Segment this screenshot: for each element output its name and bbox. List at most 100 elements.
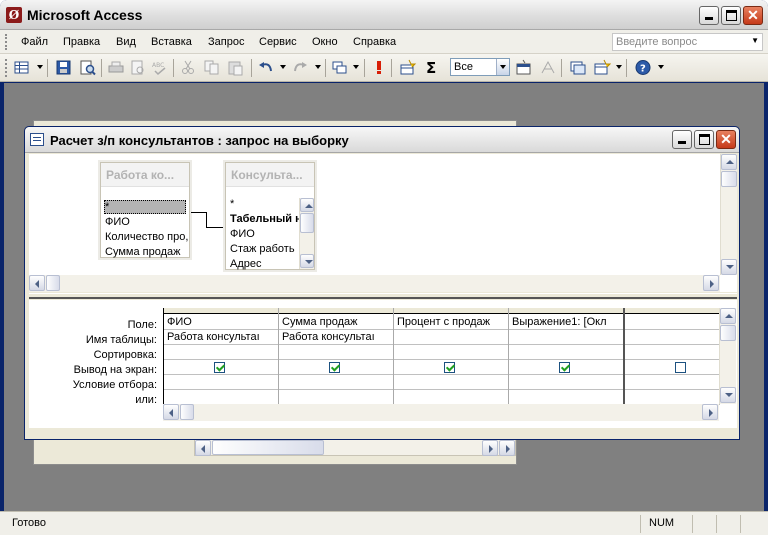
or-cell[interactable]: [394, 390, 508, 405]
column-selector[interactable]: [164, 308, 278, 314]
sort-cell[interactable]: [625, 345, 720, 360]
criteria-cell[interactable]: [164, 375, 278, 390]
field-cell[interactable]: Сумма продаж: [279, 315, 393, 330]
grid-vscroll[interactable]: [719, 308, 736, 404]
field-item[interactable]: *: [230, 198, 300, 210]
close-button[interactable]: ✕: [743, 6, 763, 25]
spellcheck-icon[interactable]: ABC: [151, 59, 169, 76]
properties-icon[interactable]: [515, 59, 533, 76]
top-values-select[interactable]: Все: [450, 58, 510, 76]
sort-cell[interactable]: [394, 345, 508, 360]
criteria-cell[interactable]: [394, 375, 508, 390]
minimize-button[interactable]: [699, 6, 719, 25]
field-item[interactable]: ФИО: [105, 216, 189, 228]
view-grid-icon[interactable]: [13, 59, 31, 76]
criteria-cell[interactable]: [509, 375, 623, 390]
menu-query[interactable]: Запрос: [208, 36, 244, 48]
database-window-icon[interactable]: [569, 59, 587, 76]
menu-view[interactable]: Вид: [116, 36, 136, 48]
scroll-thumb[interactable]: [720, 325, 736, 341]
chevron-down-icon[interactable]: [496, 59, 509, 75]
scroll-thumb[interactable]: [180, 404, 194, 420]
scroll-up-icon[interactable]: [721, 154, 737, 170]
table-cell[interactable]: [509, 330, 623, 345]
field-item[interactable]: Табельный н: [230, 213, 300, 225]
show-cell[interactable]: [164, 360, 278, 375]
query-maximize-button[interactable]: [694, 130, 714, 149]
run-icon[interactable]: [370, 59, 388, 76]
column-selector[interactable]: [625, 308, 720, 314]
show-checkbox[interactable]: [329, 362, 340, 373]
show-checkbox[interactable]: [675, 362, 686, 373]
cut-icon[interactable]: [179, 59, 197, 76]
query-type-icon[interactable]: [331, 59, 349, 76]
scroll-thumb[interactable]: [300, 213, 314, 233]
or-cell[interactable]: [509, 390, 623, 405]
scroll-thumb[interactable]: [46, 275, 60, 291]
print-preview-icon[interactable]: [129, 59, 147, 76]
menu-file[interactable]: Файл: [21, 36, 48, 48]
menu-grip[interactable]: [5, 34, 8, 50]
copy-icon[interactable]: [203, 59, 221, 76]
column-selector[interactable]: [279, 308, 393, 314]
query-minimize-button[interactable]: [672, 130, 692, 149]
table-cell[interactable]: [394, 330, 508, 345]
table-vscroll[interactable]: [299, 198, 314, 269]
redo-dropdown-icon[interactable]: [315, 65, 321, 69]
scroll-down-icon[interactable]: [721, 259, 737, 275]
table-cell[interactable]: [625, 330, 720, 345]
new-object-dropdown-icon[interactable]: [616, 65, 622, 69]
query-close-button[interactable]: ✕: [716, 130, 736, 149]
or-cell[interactable]: [164, 390, 278, 405]
scroll-thumb[interactable]: [721, 171, 737, 187]
column-selector[interactable]: [509, 308, 623, 314]
query-title-bar[interactable]: Расчет з/п консультантов : запрос на выб…: [25, 127, 739, 153]
show-checkbox[interactable]: [214, 362, 225, 373]
join-line[interactable]: [191, 212, 206, 213]
search-preview-icon[interactable]: [79, 59, 97, 76]
criteria-cell[interactable]: [625, 375, 720, 390]
menu-insert[interactable]: Вставка: [151, 36, 192, 48]
table-pane-vscroll[interactable]: [720, 154, 737, 275]
or-cell[interactable]: [625, 390, 720, 405]
field-cell[interactable]: [625, 315, 720, 330]
field-item[interactable]: Стаж работь: [230, 243, 300, 255]
show-checkbox[interactable]: [559, 362, 570, 373]
table-box-work[interactable]: Работа ко... * ФИО Количество про, Сумма…: [100, 162, 190, 258]
menu-tools[interactable]: Сервис: [259, 36, 297, 48]
show-cell[interactable]: [509, 360, 623, 375]
show-checkbox[interactable]: [444, 362, 455, 373]
join-line[interactable]: [206, 227, 224, 228]
maximize-button[interactable]: [721, 6, 741, 25]
help-search-input[interactable]: Введите вопрос ▼: [612, 33, 763, 51]
show-table-icon[interactable]: [399, 59, 417, 76]
or-cell[interactable]: [279, 390, 393, 405]
help-icon[interactable]: ?: [634, 59, 652, 76]
table-box-consultants[interactable]: Консульта... * Табельный н ФИО Стаж рабо…: [225, 162, 315, 270]
column-selector[interactable]: [394, 308, 508, 314]
show-cell[interactable]: [625, 360, 720, 375]
scroll-down-icon[interactable]: [720, 387, 736, 403]
scroll-right-icon[interactable]: [702, 404, 718, 420]
scroll-left-icon[interactable]: [163, 404, 179, 420]
query-type-dropdown-icon[interactable]: [353, 65, 359, 69]
scroll-down-icon[interactable]: [300, 254, 314, 268]
criteria-cell[interactable]: [279, 375, 393, 390]
paste-icon[interactable]: [227, 59, 245, 76]
undo-icon[interactable]: [257, 59, 275, 76]
scroll-left-icon[interactable]: [195, 440, 211, 456]
save-icon[interactable]: [55, 59, 73, 76]
grid-hscroll[interactable]: [163, 404, 719, 421]
field-item[interactable]: Количество про,: [105, 231, 189, 243]
show-cell[interactable]: [394, 360, 508, 375]
chevron-down-icon[interactable]: ▼: [751, 36, 759, 45]
menu-window[interactable]: Окно: [312, 36, 338, 48]
scroll-right-icon[interactable]: [703, 275, 719, 291]
field-cell[interactable]: Процент с продаж: [394, 315, 508, 330]
join-line[interactable]: [206, 212, 207, 227]
table-cell[interactable]: Работа консультаı: [164, 330, 278, 345]
pane-splitter[interactable]: [29, 293, 737, 299]
builder-icon[interactable]: [539, 59, 557, 76]
print-icon[interactable]: [107, 59, 125, 76]
sort-cell[interactable]: [509, 345, 623, 360]
